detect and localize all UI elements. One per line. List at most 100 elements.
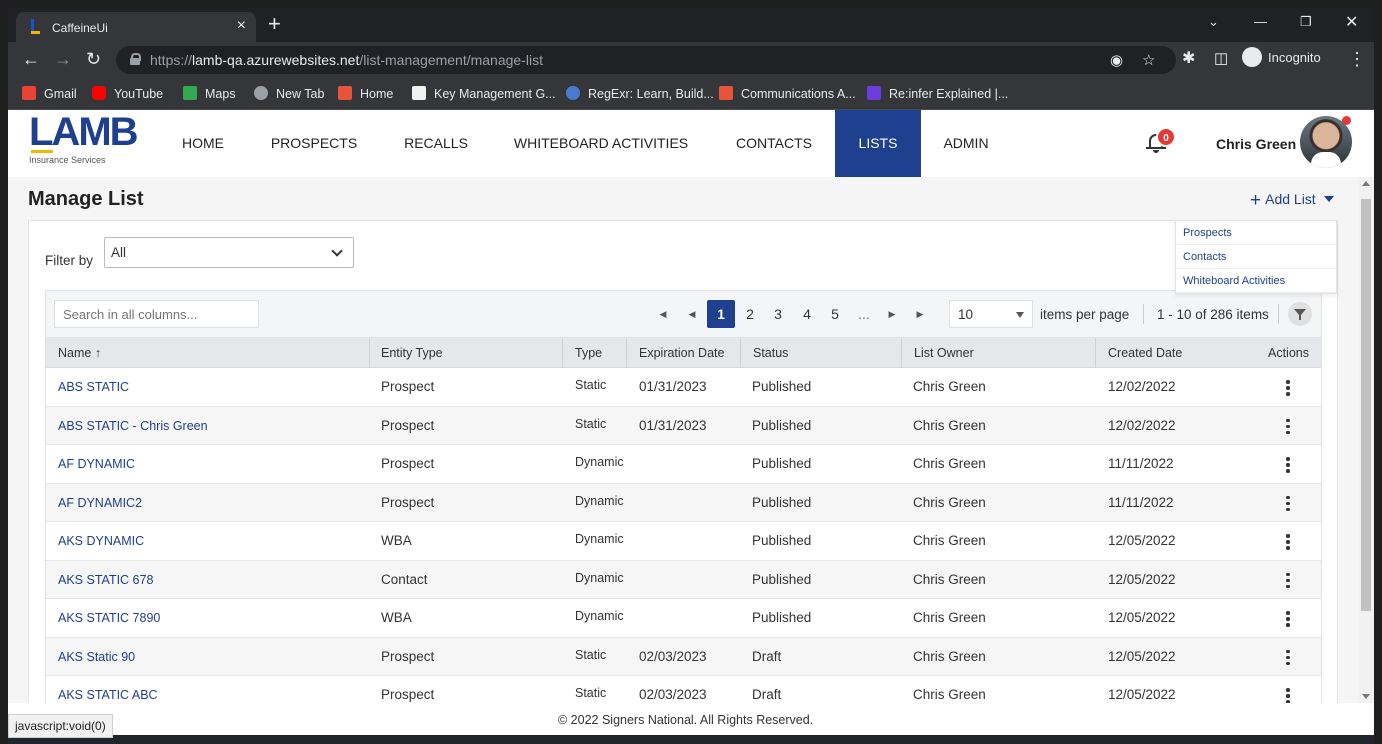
table-row[interactable]: AKS Static 90 Prospect Static 02/03/2023… <box>46 637 1321 676</box>
row-actions-icon[interactable] <box>1286 457 1290 473</box>
page-5[interactable]: 5 <box>821 300 849 328</box>
next-page-icon[interactable]: ▶ <box>878 300 906 328</box>
status-cell: Published <box>752 571 812 587</box>
page-ellipsis[interactable]: ... <box>850 300 878 328</box>
col-expiration-date[interactable]: Expiration Date <box>639 346 724 360</box>
status-cell: Published <box>752 610 812 625</box>
bookmark-regexr[interactable]: RegExr: Learn, Build... <box>566 86 714 101</box>
nav-contacts[interactable]: CONTACTS <box>714 110 834 177</box>
table-row[interactable]: AKS STATIC 7890 WBA Dynamic Published Ch… <box>46 599 1321 638</box>
filter-select[interactable]: All <box>104 237 354 268</box>
created-cell: 11/11/2022 <box>1108 456 1174 471</box>
side-panel-icon[interactable]: ◫ <box>1214 50 1228 68</box>
user-name[interactable]: Chris Green <box>1216 136 1296 152</box>
bookmark-communications[interactable]: Communications A... <box>719 86 856 101</box>
restore-icon[interactable]: ❐ <box>1300 14 1312 30</box>
row-actions-icon[interactable] <box>1286 572 1290 589</box>
first-page-icon[interactable]: ◀​ <box>649 300 677 328</box>
row-actions-icon[interactable] <box>1286 611 1290 627</box>
page-3[interactable]: 3 <box>764 300 792 328</box>
page-4[interactable]: 4 <box>793 300 821 328</box>
browser-tab[interactable]: CaffeineUi × <box>16 12 256 42</box>
col-name[interactable]: Name ↑ <box>58 346 101 360</box>
col-type[interactable]: Type <box>575 346 602 360</box>
table-row[interactable]: ABS STATIC - Chris Green Prospect Static… <box>46 406 1321 445</box>
nav-whiteboard-activities[interactable]: WHITEBOARD ACTIVITIES <box>498 110 704 177</box>
list-name-link[interactable]: AKS Static 90 <box>58 650 135 664</box>
tab-close-icon[interactable]: × <box>237 17 246 35</box>
bookmark-key-management[interactable]: Key Management G... <box>412 86 556 101</box>
forward-icon[interactable]: → <box>54 50 72 68</box>
tab-search-chevron-icon[interactable]: ⌄ <box>1208 14 1219 30</box>
nav-prospects[interactable]: PROSPECTS <box>254 110 374 177</box>
browser-menu-icon[interactable]: ⋮ <box>1348 50 1366 68</box>
list-name-link[interactable]: AF DYNAMIC <box>58 457 135 471</box>
caret-down-icon <box>1323 196 1334 202</box>
eye-off-icon[interactable]: ◉ <box>1110 51 1123 69</box>
nav-admin[interactable]: ADMIN <box>921 110 1011 177</box>
bookmark-youtube[interactable]: YouTube <box>92 86 163 101</box>
table-row[interactable]: AKS DYNAMIC WBA Dynamic Published Chris … <box>46 522 1321 561</box>
page-2[interactable]: 2 <box>736 300 764 328</box>
bookmark-maps[interactable]: Maps <box>183 86 236 101</box>
owner-cell: Chris Green <box>913 687 986 702</box>
list-name-link[interactable]: ABS STATIC - Chris Green <box>58 419 208 433</box>
col-created-date[interactable]: Created Date <box>1108 346 1182 360</box>
row-actions-icon[interactable] <box>1286 534 1290 550</box>
table-row[interactable]: AF DYNAMIC Prospect Dynamic Published Ch… <box>46 445 1321 484</box>
bookmark-reinfer[interactable]: Re:infer Explained |... <box>867 86 1008 101</box>
last-page-icon[interactable]: ▶​ <box>906 300 934 328</box>
filter-funnel-icon[interactable] <box>1288 302 1312 326</box>
table-row[interactable]: AF DYNAMIC2 Prospect Dynamic Published C… <box>46 483 1321 522</box>
minimize-icon[interactable]: — <box>1254 14 1267 29</box>
window-close-icon[interactable]: ✕ <box>1345 12 1358 32</box>
search-input[interactable] <box>54 300 259 328</box>
list-name-link[interactable]: ABS STATIC <box>58 380 129 394</box>
list-name-link[interactable]: AKS STATIC ABC <box>58 688 158 702</box>
add-list-button[interactable]: + Add List <box>1250 190 1334 212</box>
menu-item-contacts[interactable]: Contacts <box>1176 245 1336 269</box>
list-name-link[interactable]: AKS STATIC 7890 <box>58 611 160 625</box>
bookmark-new-tab[interactable]: New Tab <box>254 86 324 101</box>
table-row[interactable]: ABS STATIC Prospect Static 01/31/2023 Pu… <box>46 368 1321 407</box>
bookmark-gmail[interactable]: Gmail <box>22 86 77 101</box>
nav-home[interactable]: HOME <box>162 110 244 177</box>
list-name-link[interactable]: AKS DYNAMIC <box>58 534 144 548</box>
incognito-indicator[interactable]: Incognito <box>1242 46 1321 67</box>
row-actions-icon[interactable] <box>1286 380 1290 396</box>
bookmark-star-icon[interactable]: ☆ <box>1142 51 1155 69</box>
nav-recalls[interactable]: RECALLS <box>384 110 488 177</box>
back-icon[interactable]: ← <box>22 50 40 68</box>
page-scrollbar[interactable] <box>1358 177 1374 703</box>
list-name-link[interactable]: AF DYNAMIC2 <box>58 496 142 510</box>
table-row[interactable]: AKS STATIC ABC Prospect Static 02/03/202… <box>46 676 1321 703</box>
row-actions-icon[interactable] <box>1286 688 1290 703</box>
col-list-owner[interactable]: List Owner <box>914 346 974 360</box>
bookmark-home[interactable]: Home <box>338 86 393 101</box>
scroll-up-icon[interactable] <box>1362 181 1370 186</box>
extensions-icon[interactable]: ✱ <box>1182 50 1195 68</box>
lamb-logo[interactable]: LAMB Insurance Services <box>29 112 139 165</box>
nav-lists[interactable]: LISTS <box>835 110 921 177</box>
new-tab-button[interactable]: + <box>268 11 281 37</box>
address-bar[interactable]: https://lamb-qa.azurewebsites.net/list-m… <box>116 46 1176 74</box>
table-row[interactable]: AKS STATIC 678 Contact Dynamic Published… <box>46 560 1321 599</box>
page-size-select[interactable]: 10 <box>949 300 1033 328</box>
type-cell: Dynamic <box>575 455 624 469</box>
col-entity-type[interactable]: Entity Type <box>381 346 443 360</box>
page-1[interactable]: 1 <box>707 300 735 328</box>
reload-icon[interactable]: ↻ <box>86 50 101 68</box>
row-actions-icon[interactable] <box>1286 495 1290 512</box>
toolbar-divider <box>1278 304 1279 324</box>
prev-page-icon[interactable]: ◀ <box>678 300 706 328</box>
row-actions-icon[interactable] <box>1286 649 1290 666</box>
col-status[interactable]: Status <box>753 346 788 360</box>
menu-item-prospects[interactable]: Prospects <box>1176 221 1336 245</box>
menu-item-whiteboard-activities[interactable]: Whiteboard Activities <box>1176 269 1336 293</box>
scroll-thumb[interactable] <box>1361 199 1371 611</box>
status-cell: Published <box>752 379 812 394</box>
list-name-link[interactable]: AKS STATIC 678 <box>58 573 153 587</box>
scroll-down-icon[interactable] <box>1362 694 1370 699</box>
maps-icon <box>183 86 197 100</box>
row-actions-icon[interactable] <box>1286 418 1290 435</box>
